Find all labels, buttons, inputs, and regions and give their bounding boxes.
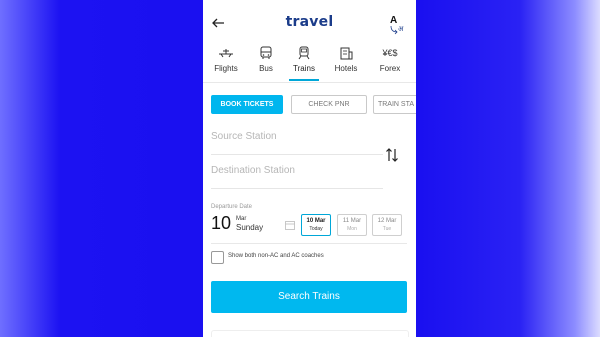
- bus-icon: [260, 46, 272, 59]
- date-chip-day: Tue: [382, 226, 392, 232]
- date-chip-day: Mon: [347, 226, 357, 232]
- active-category-indicator: [289, 79, 319, 81]
- date-chip-day: Today: [309, 226, 323, 232]
- ac-coaches-label: Show both non-AC and AC coaches: [228, 253, 324, 259]
- plane-icon: [219, 49, 233, 58]
- category-label: Bus: [259, 64, 273, 73]
- category-forex[interactable]: ¥€$ Forex: [369, 44, 411, 73]
- field-underline: [211, 188, 383, 189]
- calendar-icon[interactable]: [285, 220, 295, 230]
- forex-icon: ¥€$: [382, 48, 398, 58]
- category-label: Trains: [293, 64, 315, 73]
- category-hotels[interactable]: Hotels: [325, 44, 367, 73]
- bottom-card: [211, 330, 409, 337]
- tab-check-pnr[interactable]: CHECK PNR: [291, 95, 367, 114]
- tab-train-status[interactable]: TRAIN STA: [373, 95, 416, 114]
- date-chip-date: 10 Mar: [306, 218, 326, 224]
- date-chip-12[interactable]: 12 Mar Tue: [372, 214, 402, 236]
- tab-book-tickets[interactable]: BOOK TICKETS: [211, 95, 283, 114]
- departure-day[interactable]: 10: [211, 213, 231, 234]
- app-screen: travel A अ Flights Bus Trains Hotels ¥€$…: [203, 0, 416, 337]
- divider: [203, 82, 416, 83]
- app-logo: travel: [285, 14, 334, 30]
- date-chip-date: 12 Mar: [377, 218, 397, 224]
- language-switch-icon[interactable]: A अ: [387, 15, 407, 36]
- departure-date-label: Departure Date: [211, 204, 253, 210]
- search-trains-button[interactable]: Search Trains: [211, 281, 407, 313]
- swap-stations-icon[interactable]: [385, 147, 399, 163]
- departure-weekday: Sunday: [236, 223, 264, 232]
- date-chip-today[interactable]: 10 Mar Today: [301, 214, 331, 236]
- top-bar: travel A अ: [203, 0, 416, 44]
- category-trains[interactable]: Trains: [283, 44, 325, 73]
- category-bus[interactable]: Bus: [245, 44, 287, 73]
- category-label: Flights: [214, 64, 238, 73]
- hotel-icon: [340, 47, 353, 60]
- language-arrow-icon: [390, 25, 398, 35]
- date-chip-date: 11 Mar: [342, 218, 362, 224]
- category-bar: Flights Bus Trains Hotels ¥€$ Forex: [203, 44, 416, 82]
- ac-coaches-checkbox[interactable]: [211, 251, 224, 264]
- category-label: Hotels: [334, 64, 358, 73]
- destination-station-input[interactable]: Destination Station: [211, 165, 383, 176]
- category-label: Forex: [379, 64, 401, 73]
- train-icon: [298, 46, 310, 60]
- departure-month: Mar: [236, 216, 247, 222]
- source-station-input[interactable]: Source Station: [211, 131, 383, 142]
- divider: [211, 243, 407, 244]
- date-chip-11[interactable]: 11 Mar Mon: [337, 214, 367, 236]
- field-underline: [211, 154, 383, 155]
- category-flights[interactable]: Flights: [205, 44, 247, 73]
